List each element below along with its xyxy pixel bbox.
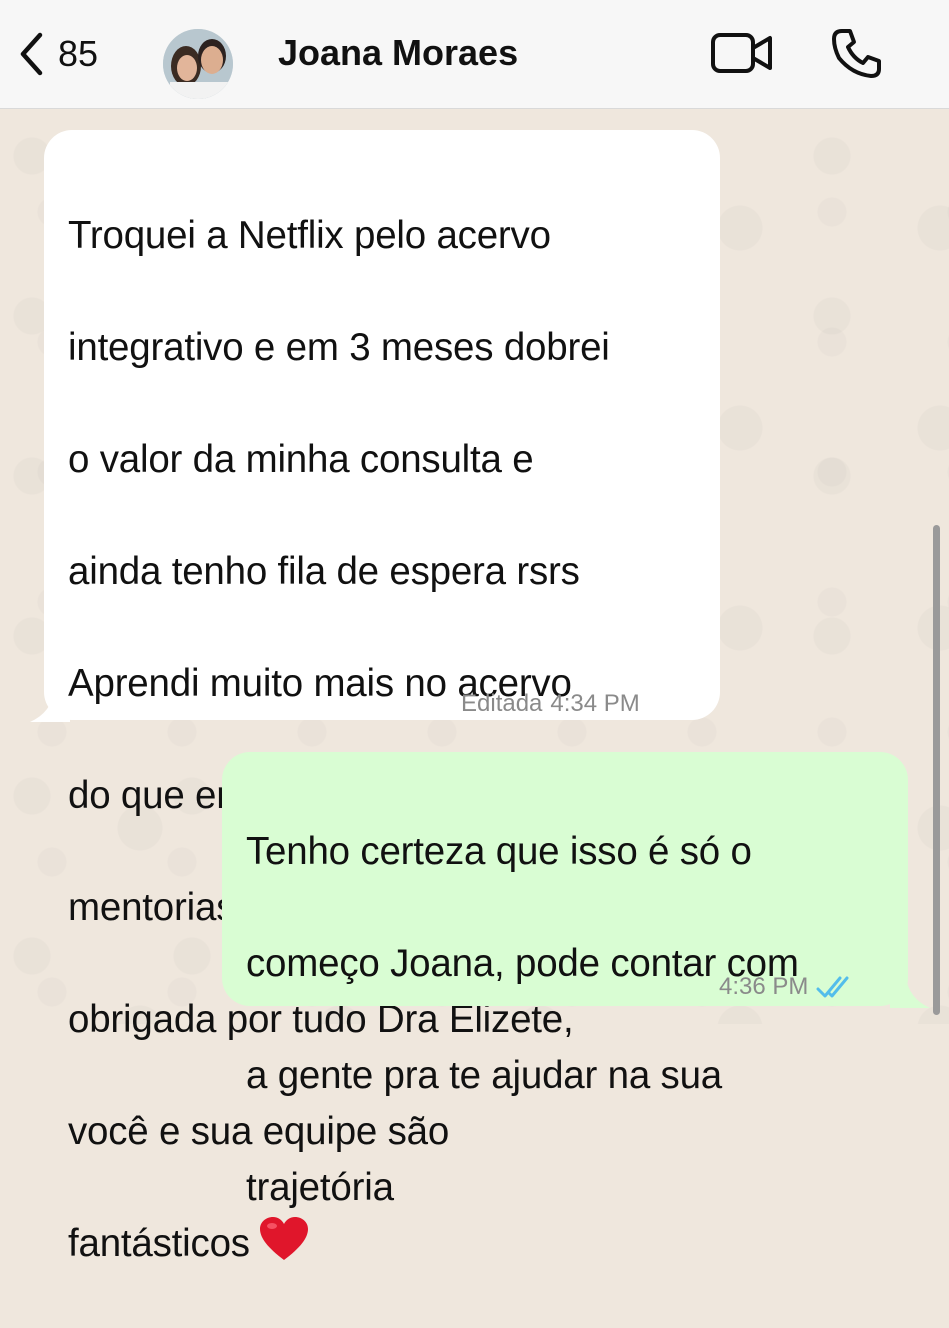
video-camera-icon xyxy=(711,33,772,73)
message-time: 4:34 PM xyxy=(550,690,640,717)
message-meta: Editada 4:34 PM xyxy=(461,676,640,732)
message-line: o valor da minha consulta e xyxy=(68,438,534,481)
avatar[interactable] xyxy=(160,20,248,100)
message-line: fantásticos xyxy=(68,1222,250,1265)
outgoing-message[interactable]: Tenho certeza que isso é só o começo Joa… xyxy=(222,752,908,1209)
incoming-message[interactable]: Troquei a Netflix pelo acervo integrativ… xyxy=(44,130,720,1265)
message-line: trajetória xyxy=(246,1166,394,1209)
scrollbar[interactable] xyxy=(933,525,940,1015)
voice-call-button[interactable] xyxy=(830,26,884,85)
unread-count: 85 xyxy=(58,33,99,74)
message-line: começo Joana, pode contar com xyxy=(246,942,799,985)
message-line: integrativo e em 3 meses dobrei xyxy=(68,326,610,369)
chevron-left-icon xyxy=(20,32,43,76)
edited-label: Editada xyxy=(461,690,543,717)
double-check-read-icon xyxy=(816,976,849,998)
message-meta: 4:36 PM xyxy=(719,959,856,1015)
contact-name[interactable]: Joana Moraes xyxy=(278,32,518,74)
message-line: ainda tenho fila de espera rsrs xyxy=(68,550,580,593)
back-button[interactable]: 85 xyxy=(18,28,98,80)
message-line: Troquei a Netflix pelo acervo xyxy=(68,214,551,257)
message-line: Tenho certeza que isso é só o xyxy=(246,830,752,873)
message-line: a gente pra te ajudar na sua xyxy=(246,1054,723,1097)
chat-header: 85 Joana Moraes xyxy=(0,0,949,109)
message-time: 4:36 PM xyxy=(719,973,809,1000)
video-call-button[interactable] xyxy=(710,30,774,81)
message-text: Tenho certeza que isso é só o começo Joa… xyxy=(246,768,799,1272)
phone-icon xyxy=(832,29,881,78)
